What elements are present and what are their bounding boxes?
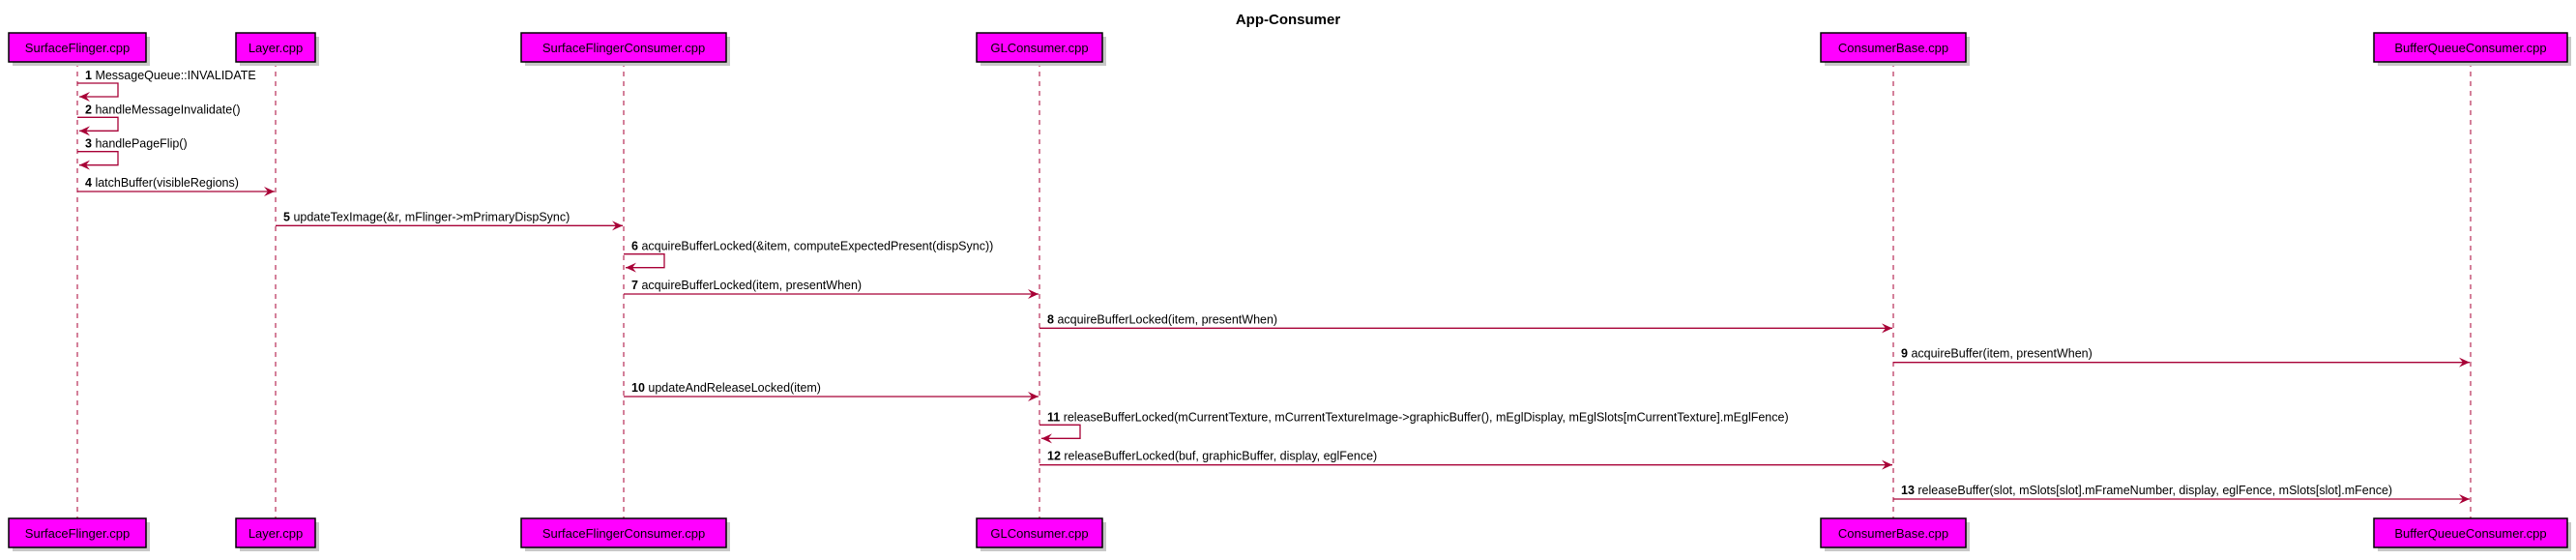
- message-number: 11: [1047, 410, 1064, 424]
- participant-bottom-2: Layer.cpp: [235, 517, 319, 551]
- diagram-title: App-Consumer: [1236, 12, 1340, 28]
- message-label: 6 acquireBufferLocked(&item, computeExpe…: [631, 240, 993, 253]
- message-label: 5 updateTexImage(&r, mFlinger->mPrimaryD…: [283, 210, 570, 223]
- message-2: 2 handleMessageInvalidate(): [77, 103, 241, 136]
- self-message-arrow: [77, 82, 119, 102]
- messages: 1 MessageQueue::INVALIDATE2 handleMessag…: [77, 69, 2470, 504]
- self-message-arrow: [624, 253, 665, 273]
- message-10: 10 updateAndReleaseLocked(item): [624, 381, 1039, 401]
- participant-heads-bottom: SurfaceFlinger.cpp Layer.cpp SurfaceFlinge…: [8, 517, 2571, 551]
- message-number: 9: [1901, 347, 1911, 361]
- participant-top-6: BufferQueueConsumer.cpp: [2373, 32, 2571, 66]
- self-message-arrow: [77, 151, 119, 170]
- participant-label: SurfaceFlinger.cpp: [25, 41, 130, 55]
- message-text: releaseBufferLocked(mCurrentTexture, mCu…: [1064, 410, 1789, 424]
- sequence-diagram: App-Consumer 1 MessageQueue::INVALIDATE2…: [0, 0, 2576, 555]
- message-8: 8 acquireBufferLocked(item, presentWhen): [1039, 312, 1892, 334]
- message-4: 4 latchBuffer(visibleRegions): [77, 176, 275, 196]
- participant-top-1: SurfaceFlinger.cpp: [8, 32, 150, 66]
- message-label: 13 releaseBuffer(slot, mSlots[slot].mFra…: [1901, 484, 2392, 497]
- message-label: 10 updateAndReleaseLocked(item): [631, 381, 821, 395]
- participant-label: SurfaceFlinger.cpp: [25, 526, 130, 541]
- participant-label: ConsumerBase.cpp: [1838, 526, 1948, 541]
- message-6: 6 acquireBufferLocked(&item, computeExpe…: [624, 240, 993, 273]
- participant-label: ConsumerBase.cpp: [1838, 41, 1948, 55]
- message-number: 5: [283, 210, 293, 223]
- participant-label: Layer.cpp: [249, 41, 303, 55]
- message-label: 12 releaseBufferLocked(buf, graphicBuffe…: [1047, 450, 1377, 463]
- message-text: MessageQueue::INVALIDATE: [95, 69, 255, 82]
- participant-label: SurfaceFlingerConsumer.cpp: [542, 41, 705, 55]
- message-number: 10: [631, 381, 648, 395]
- participant-bottom-1: SurfaceFlinger.cpp: [8, 517, 150, 551]
- message-label: 11 releaseBufferLocked(mCurrentTexture, …: [1047, 410, 1789, 424]
- message-text: latchBuffer(visibleRegions): [95, 176, 238, 190]
- message-number: 6: [631, 240, 641, 253]
- message-text: updateAndReleaseLocked(item): [648, 381, 821, 395]
- self-message-arrow: [77, 116, 119, 136]
- message-text: acquireBufferLocked(item, presentWhen): [1057, 312, 1277, 326]
- message-11: 11 releaseBufferLocked(mCurrentTexture, …: [1039, 410, 1789, 444]
- participant-label: GLConsumer.cpp: [990, 526, 1088, 541]
- message-number: 7: [631, 279, 641, 292]
- message-number: 8: [1047, 312, 1057, 326]
- participant-top-2: Layer.cpp: [235, 32, 319, 66]
- participant-bottom-4: GLConsumer.cpp: [976, 517, 1106, 551]
- message-number: 3: [85, 137, 95, 151]
- message-7: 7 acquireBufferLocked(item, presentWhen): [624, 279, 1039, 299]
- message-number: 4: [85, 176, 95, 190]
- sequence-diagram-svg: App-Consumer 1 MessageQueue::INVALIDATE2…: [8, 12, 2571, 551]
- participant-top-3: SurfaceFlingerConsumer.cpp: [520, 32, 730, 66]
- message-text: acquireBuffer(item, presentWhen): [1911, 347, 2092, 361]
- message-number: 13: [1901, 484, 1917, 497]
- message-9: 9 acquireBuffer(item, presentWhen): [1893, 347, 2470, 368]
- participant-top-5: ConsumerBase.cpp: [1820, 32, 1970, 66]
- message-1: 1 MessageQueue::INVALIDATE: [77, 69, 256, 102]
- participant-bottom-5: ConsumerBase.cpp: [1820, 517, 1970, 551]
- message-number: 12: [1047, 450, 1064, 463]
- message-3: 3 handlePageFlip(): [77, 137, 188, 170]
- message-5: 5 updateTexImage(&r, mFlinger->mPrimaryD…: [276, 210, 623, 231]
- message-label: 9 acquireBuffer(item, presentWhen): [1901, 347, 2093, 361]
- message-text: releaseBuffer(slot, mSlots[slot].mFrameN…: [1917, 484, 2392, 497]
- message-number: 1: [85, 69, 95, 82]
- message-text: handlePageFlip(): [95, 137, 187, 151]
- message-number: 2: [85, 103, 95, 116]
- participant-heads-top: SurfaceFlinger.cpp Layer.cpp SurfaceFlinge…: [8, 32, 2571, 66]
- message-label: 8 acquireBufferLocked(item, presentWhen): [1047, 312, 1277, 326]
- message-12: 12 releaseBufferLocked(buf, graphicBuffe…: [1039, 450, 1892, 470]
- participant-label: BufferQueueConsumer.cpp: [2394, 41, 2546, 55]
- message-label: 1 MessageQueue::INVALIDATE: [85, 69, 256, 82]
- message-text: releaseBufferLocked(buf, graphicBuffer, …: [1064, 450, 1377, 463]
- participant-top-4: GLConsumer.cpp: [976, 32, 1106, 66]
- message-label: 3 handlePageFlip(): [85, 137, 188, 151]
- participant-label: GLConsumer.cpp: [990, 41, 1088, 55]
- message-text: acquireBufferLocked(item, presentWhen): [641, 279, 862, 292]
- participant-label: BufferQueueConsumer.cpp: [2394, 526, 2546, 541]
- participant-label: Layer.cpp: [249, 526, 303, 541]
- message-text: handleMessageInvalidate(): [95, 103, 240, 116]
- self-message-arrow: [1039, 424, 1081, 444]
- message-13: 13 releaseBuffer(slot, mSlots[slot].mFra…: [1893, 484, 2470, 504]
- participant-label: SurfaceFlingerConsumer.cpp: [542, 526, 705, 541]
- message-text: updateTexImage(&r, mFlinger->mPrimaryDis…: [293, 210, 570, 223]
- participant-bottom-6: BufferQueueConsumer.cpp: [2373, 517, 2571, 551]
- message-label: 7 acquireBufferLocked(item, presentWhen): [631, 279, 862, 292]
- message-text: acquireBufferLocked(&item, computeExpect…: [641, 240, 993, 253]
- message-label: 2 handleMessageInvalidate(): [85, 103, 241, 116]
- message-label: 4 latchBuffer(visibleRegions): [85, 176, 239, 190]
- participant-bottom-3: SurfaceFlingerConsumer.cpp: [520, 517, 730, 551]
